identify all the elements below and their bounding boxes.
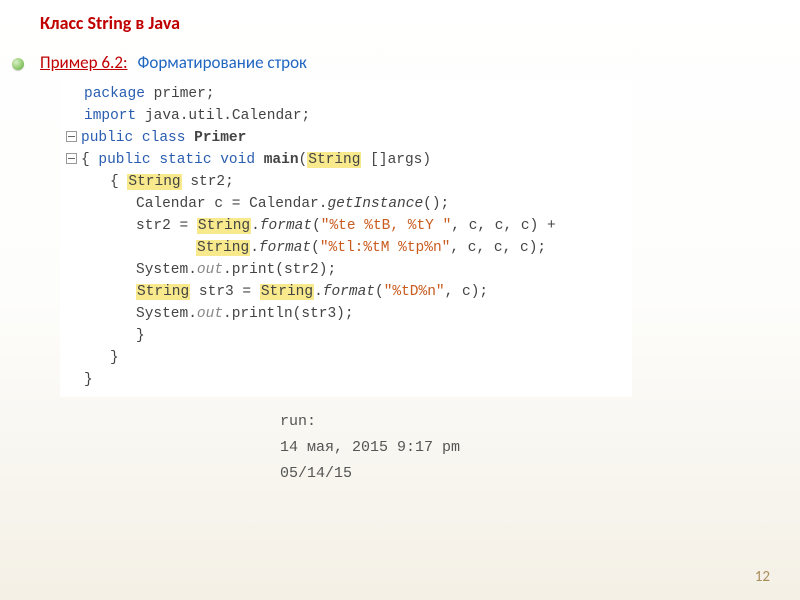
- code-text: out: [197, 306, 223, 322]
- code-kw: import: [84, 108, 136, 124]
- code-text: , c);: [445, 284, 489, 300]
- code-hl: String: [197, 218, 251, 234]
- slide-title: Класс String в Java: [40, 12, 770, 34]
- code-text: str3 =: [190, 284, 260, 300]
- code-hl: String: [307, 152, 361, 168]
- code-text: , c, c, c);: [450, 240, 546, 256]
- code-text: {: [110, 174, 127, 190]
- code-text: .: [250, 240, 259, 256]
- code-hl: String: [127, 174, 181, 190]
- code-text: java.util.Calendar;: [136, 108, 310, 124]
- run-label: run:: [280, 409, 770, 435]
- run-output: run: 14 мая, 2015 9:17 pm 05/14/15: [280, 409, 770, 487]
- code-text: System.: [136, 306, 197, 322]
- code-text: primer;: [145, 86, 215, 102]
- code-hl: String: [260, 284, 314, 300]
- code-text: (: [375, 284, 384, 300]
- code-text: .: [251, 218, 260, 234]
- code-text: str2;: [182, 174, 234, 190]
- code-text: str2 =: [136, 218, 197, 234]
- run-line: 14 мая, 2015 9:17 pm: [280, 435, 770, 461]
- code-text: .print(str2);: [223, 262, 336, 278]
- code-kw: public class: [81, 130, 194, 146]
- code-str: "%te %tB, %tY ": [321, 218, 452, 234]
- code-text: []args): [361, 152, 431, 168]
- code-hl: String: [196, 240, 250, 256]
- code-text: (: [299, 152, 308, 168]
- code-text: {: [81, 152, 98, 168]
- code-text: ();: [423, 196, 449, 212]
- bullet-icon: [12, 58, 24, 70]
- code-text: Calendar c = Calendar.: [136, 196, 327, 212]
- code-kw: package: [84, 86, 145, 102]
- code-text: Primer: [194, 130, 246, 146]
- code-text: out: [197, 262, 223, 278]
- fold-icon: [66, 131, 77, 142]
- code-text: }: [110, 350, 119, 366]
- code-text: (: [311, 240, 320, 256]
- code-text: .: [314, 284, 323, 300]
- example-title: Форматирование строк: [138, 52, 307, 73]
- code-str: "%tl:%tM %tp%n": [320, 240, 451, 256]
- code-kw: public static void: [98, 152, 263, 168]
- code-text: format: [259, 240, 311, 256]
- code-hl: String: [136, 284, 190, 300]
- run-line: 05/14/15: [280, 461, 770, 487]
- code-text: }: [136, 328, 145, 344]
- code-block: package primer; import java.util.Calenda…: [40, 79, 770, 397]
- code-str: "%tD%n": [384, 284, 445, 300]
- code-text: format: [323, 284, 375, 300]
- code-text: format: [260, 218, 312, 234]
- code-text: (: [312, 218, 321, 234]
- example-label: Пример 6.2:: [40, 52, 128, 73]
- code-text: .println(str3);: [223, 306, 354, 322]
- fold-icon: [66, 153, 77, 164]
- code-text: getInstance: [327, 196, 423, 212]
- code-text: , c, c, c) +: [451, 218, 555, 234]
- page-number: 12: [755, 568, 770, 586]
- code-text: }: [84, 372, 93, 388]
- code-text: System.: [136, 262, 197, 278]
- code-text: main: [264, 152, 299, 168]
